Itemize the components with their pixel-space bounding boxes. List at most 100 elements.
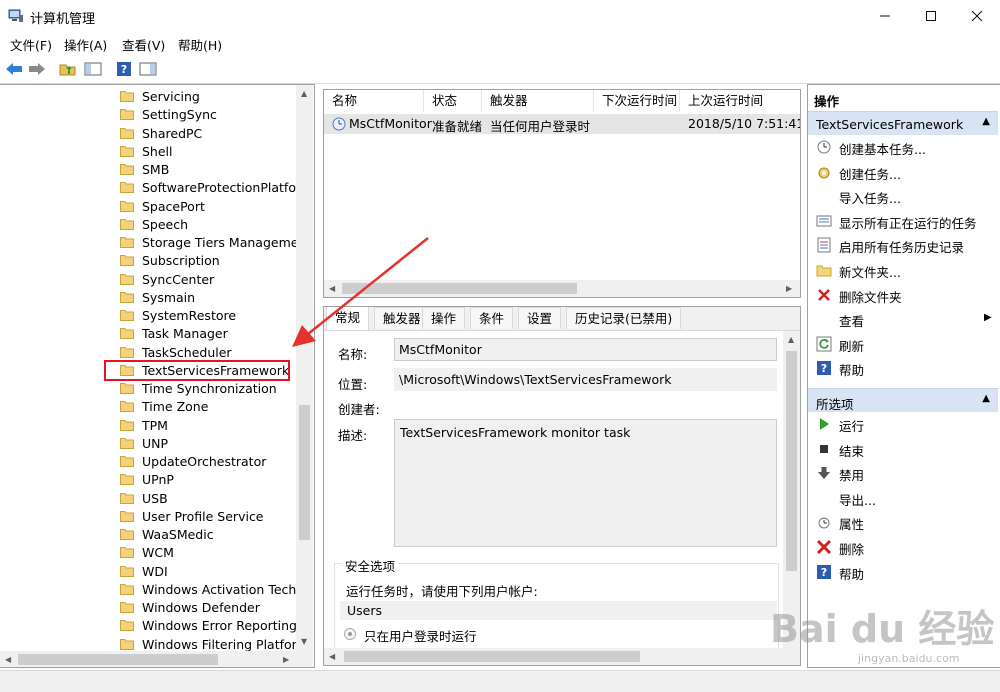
tree-item[interactable]: Servicing (0, 88, 296, 106)
task-list-horizontal-scrollbar[interactable]: ◀ ▶ (324, 280, 800, 297)
tree-item[interactable]: WaaSMedic (0, 526, 296, 544)
new-folder-item[interactable]: 新文件夹... (808, 258, 998, 282)
tree-item-label: WaaSMedic (142, 527, 214, 542)
enable-history-item[interactable]: 启用所有任务历史记录 (808, 233, 998, 257)
up-folder-button[interactable] (58, 59, 78, 79)
scroll-thumb[interactable] (299, 405, 310, 540)
properties-item[interactable]: 属性 (808, 510, 998, 534)
delete-item[interactable]: 删除 (808, 535, 998, 559)
tree-item[interactable]: Time Zone (0, 398, 296, 416)
tree-item[interactable]: Speech (0, 216, 296, 234)
scroll-thumb[interactable] (786, 351, 797, 571)
run-item[interactable]: 运行 (808, 412, 998, 436)
column-name[interactable]: 名称 (324, 90, 424, 112)
display-running-tasks-item[interactable]: 显示所有正在运行的任务 (808, 209, 998, 233)
tree-item[interactable]: Windows Defender (0, 599, 296, 617)
tab-settings[interactable]: 设置 (518, 307, 562, 329)
help-item[interactable]: ? 帮助 (808, 560, 998, 584)
refresh-item[interactable]: 刷新 (808, 332, 998, 356)
back-button[interactable] (4, 59, 24, 79)
end-item[interactable]: 结束 (808, 437, 998, 461)
tree-item[interactable]: SpacePort (0, 198, 296, 216)
menu-help[interactable]: 帮助(H) (178, 35, 222, 54)
scroll-up-icon[interactable]: ▲ (301, 89, 307, 98)
table-row[interactable]: MsCtfMonitor 准备就绪 当任何用户登录时 2018/5/10 7:5… (324, 114, 800, 134)
tree-vertical-scrollbar[interactable]: ▲ ▼ (296, 85, 313, 651)
help-button[interactable]: ? (114, 59, 134, 79)
tree-item[interactable]: User Profile Service (0, 508, 296, 526)
scroll-right-icon[interactable]: ▶ (786, 284, 792, 293)
disable-item[interactable]: 禁用 (808, 461, 998, 485)
scroll-left-icon[interactable]: ◀ (5, 655, 11, 664)
collapse-arrow-icon[interactable]: ▲ (982, 116, 990, 127)
close-button[interactable] (954, 0, 1000, 32)
tree-item[interactable]: TPM (0, 417, 296, 435)
menu-view[interactable]: 查看(V) (122, 35, 165, 54)
action-label: 查看 (839, 314, 865, 330)
tree-item[interactable]: SoftwareProtectionPlatform (0, 179, 313, 197)
tab-history[interactable]: 历史记录(已禁用) (566, 307, 682, 329)
scroll-thumb-horizontal[interactable] (344, 651, 640, 662)
tree-item[interactable]: UNP (0, 435, 296, 453)
tab-general[interactable]: 常规 (326, 307, 370, 330)
tree-horizontal-scrollbar[interactable]: ◀ ▶ (0, 651, 313, 667)
run-only-when-logged-on-radio[interactable] (344, 628, 356, 640)
tree-item[interactable]: Time Synchronization (0, 380, 296, 398)
description-field[interactable]: TextServicesFramework monitor task (394, 419, 777, 547)
column-next-run[interactable]: 下次运行时间 (594, 90, 680, 112)
scroll-right-icon[interactable]: ▶ (283, 655, 289, 664)
tree-item[interactable]: UpdateOrchestrator (0, 453, 296, 471)
tree-item[interactable]: Task Manager (0, 325, 296, 343)
action-label: 启用所有任务历史记录 (839, 240, 965, 256)
create-basic-task-item[interactable]: 创建基本任务... (808, 135, 998, 159)
delete-folder-item[interactable]: 删除文件夹 (808, 283, 998, 307)
detail-horizontal-scrollbar[interactable]: ◀ (324, 648, 800, 665)
column-status[interactable]: 状态 (424, 90, 482, 112)
tab-actions[interactable]: 操作 (422, 307, 466, 329)
tree-item[interactable]: Windows Error Reporting (0, 617, 297, 635)
scroll-up-icon[interactable]: ▲ (788, 335, 794, 344)
scroll-thumb-horizontal[interactable] (342, 283, 577, 294)
tree-item[interactable]: Sysmain (0, 289, 296, 307)
action-label: 显示所有正在运行的任务 (839, 215, 977, 231)
help-item[interactable]: ? 帮助 (808, 356, 998, 380)
tree-item[interactable]: Storage Tiers Management (0, 234, 311, 252)
tree-item[interactable]: Shell (0, 143, 296, 161)
column-trigger[interactable]: 触发器 (482, 90, 594, 112)
export-item[interactable]: 导出... (808, 486, 998, 510)
minimize-button[interactable] (862, 0, 908, 32)
tree-item[interactable]: SystemRestore (0, 307, 296, 325)
section-folder-actions[interactable]: TextServicesFramework ▲ (808, 111, 998, 135)
scroll-thumb-horizontal[interactable] (18, 654, 218, 665)
tree-item[interactable]: TaskScheduler (0, 344, 296, 362)
tab-conditions[interactable]: 条件 (470, 307, 514, 329)
collapse-arrow-icon[interactable]: ▲ (982, 393, 990, 404)
section-selected-item[interactable]: 所选项 ▲ (808, 388, 998, 412)
tree-item[interactable]: SMB (0, 161, 296, 179)
menu-file[interactable]: 文件(F) (10, 35, 52, 54)
running-tasks-icon (816, 215, 832, 227)
tree-item[interactable]: SharedPC (0, 125, 296, 143)
tree-item[interactable]: Windows Activation Techno (0, 581, 312, 599)
tree-item[interactable]: USB (0, 490, 296, 508)
scroll-left-icon[interactable]: ◀ (329, 652, 335, 661)
tree-item[interactable]: UPnP (0, 471, 296, 489)
create-task-item[interactable]: 创建任务... (808, 160, 998, 184)
scroll-down-icon[interactable]: ▼ (301, 637, 307, 646)
tree-item[interactable]: WDI (0, 563, 296, 581)
tree-item[interactable]: SyncCenter (0, 271, 296, 289)
forward-button[interactable] (27, 59, 47, 79)
location-value: \Microsoft\Windows\TextServicesFramework (394, 368, 777, 391)
scroll-left-icon[interactable]: ◀ (329, 284, 335, 293)
show-hide-tree-button[interactable] (83, 59, 103, 79)
column-last-run[interactable]: 上次运行时间 (680, 90, 800, 112)
tree-item[interactable]: SettingSync (0, 106, 296, 124)
tree-item[interactable]: WCM (0, 544, 296, 562)
show-hide-action-pane-button[interactable] (138, 59, 158, 79)
menu-action[interactable]: 操作(A) (64, 35, 107, 54)
import-task-item[interactable]: 导入任务... (808, 184, 998, 208)
tree-item[interactable]: Subscription (0, 252, 296, 270)
name-field[interactable]: MsCtfMonitor (394, 338, 777, 361)
view-item[interactable]: 查看 ▶ (808, 307, 998, 331)
maximize-button[interactable] (908, 0, 954, 32)
